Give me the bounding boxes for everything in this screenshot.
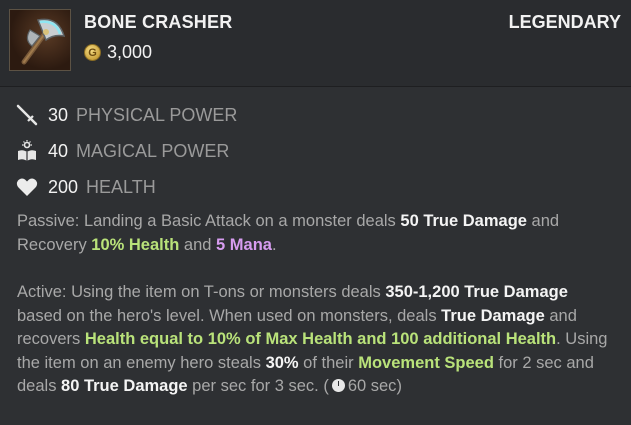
passive-mana: 5 Mana	[216, 235, 272, 254]
axe-icon	[9, 9, 71, 71]
stat-label: MAGICAL POWER	[76, 140, 230, 161]
gold-coin-icon: G	[84, 44, 101, 61]
stat-health: 200 HEALTH	[14, 169, 237, 205]
item-description: Passive: Landing a Basic Attack on a mon…	[17, 210, 617, 399]
passive-damage: 50 True Damage	[400, 212, 527, 230]
stat-value: 200	[48, 176, 79, 197]
stat-value: 40	[48, 140, 69, 161]
active-movement-speed: Movement Speed	[358, 353, 494, 372]
active-text: of their	[298, 353, 359, 372]
active-steal-percent: 30%	[265, 353, 299, 372]
stat-magical-power: 40 MAGICAL POWER	[14, 133, 237, 169]
stats-list: 30 PHYSICAL POWER 40 MAGICAL POWER 200 H…	[14, 97, 237, 205]
item-tooltip: BONE CRASHER LEGENDARY G 3,000 30 PHYSIC…	[0, 0, 631, 425]
active-text: per sec for 3 sec. (	[187, 377, 329, 395]
active-text: Active: Using the item on T-ons or monst…	[17, 283, 386, 301]
stat-label: PHYSICAL POWER	[76, 104, 238, 125]
active-description: Active: Using the item on T-ons or monst…	[17, 281, 617, 399]
clock-icon	[331, 379, 345, 392]
sword-icon	[14, 102, 40, 128]
item-price: G 3,000	[84, 42, 152, 63]
passive-text: and	[179, 235, 217, 254]
passive-text: Passive: Landing a Basic Attack on a mon…	[17, 212, 401, 230]
active-dot-damage: 80 True Damage	[61, 377, 188, 395]
passive-description: Passive: Landing a Basic Attack on a mon…	[17, 210, 617, 257]
item-name: BONE CRASHER	[84, 12, 233, 32]
active-damage: 350-1,200 True Damage	[385, 283, 568, 301]
passive-text: .	[271, 235, 277, 254]
active-text: )	[396, 377, 402, 395]
rarity-label: LEGENDARY	[508, 12, 621, 32]
stat-physical-power: 30 PHYSICAL POWER	[14, 97, 237, 133]
heart-icon	[14, 174, 40, 200]
stat-label: HEALTH	[86, 176, 156, 197]
passive-health: 10% Health	[91, 235, 180, 254]
magic-book-icon	[14, 138, 40, 164]
stat-value: 30	[48, 104, 69, 125]
active-true-damage: True Damage	[441, 306, 545, 325]
price-value: 3,000	[107, 42, 153, 62]
cooldown-value: 60 sec	[347, 377, 397, 395]
active-health: Health equal to 10% of Max Health and 10…	[84, 330, 557, 348]
tooltip-header: BONE CRASHER LEGENDARY G 3,000	[0, 0, 631, 87]
active-text: based on the hero's level. When used on …	[17, 306, 442, 325]
